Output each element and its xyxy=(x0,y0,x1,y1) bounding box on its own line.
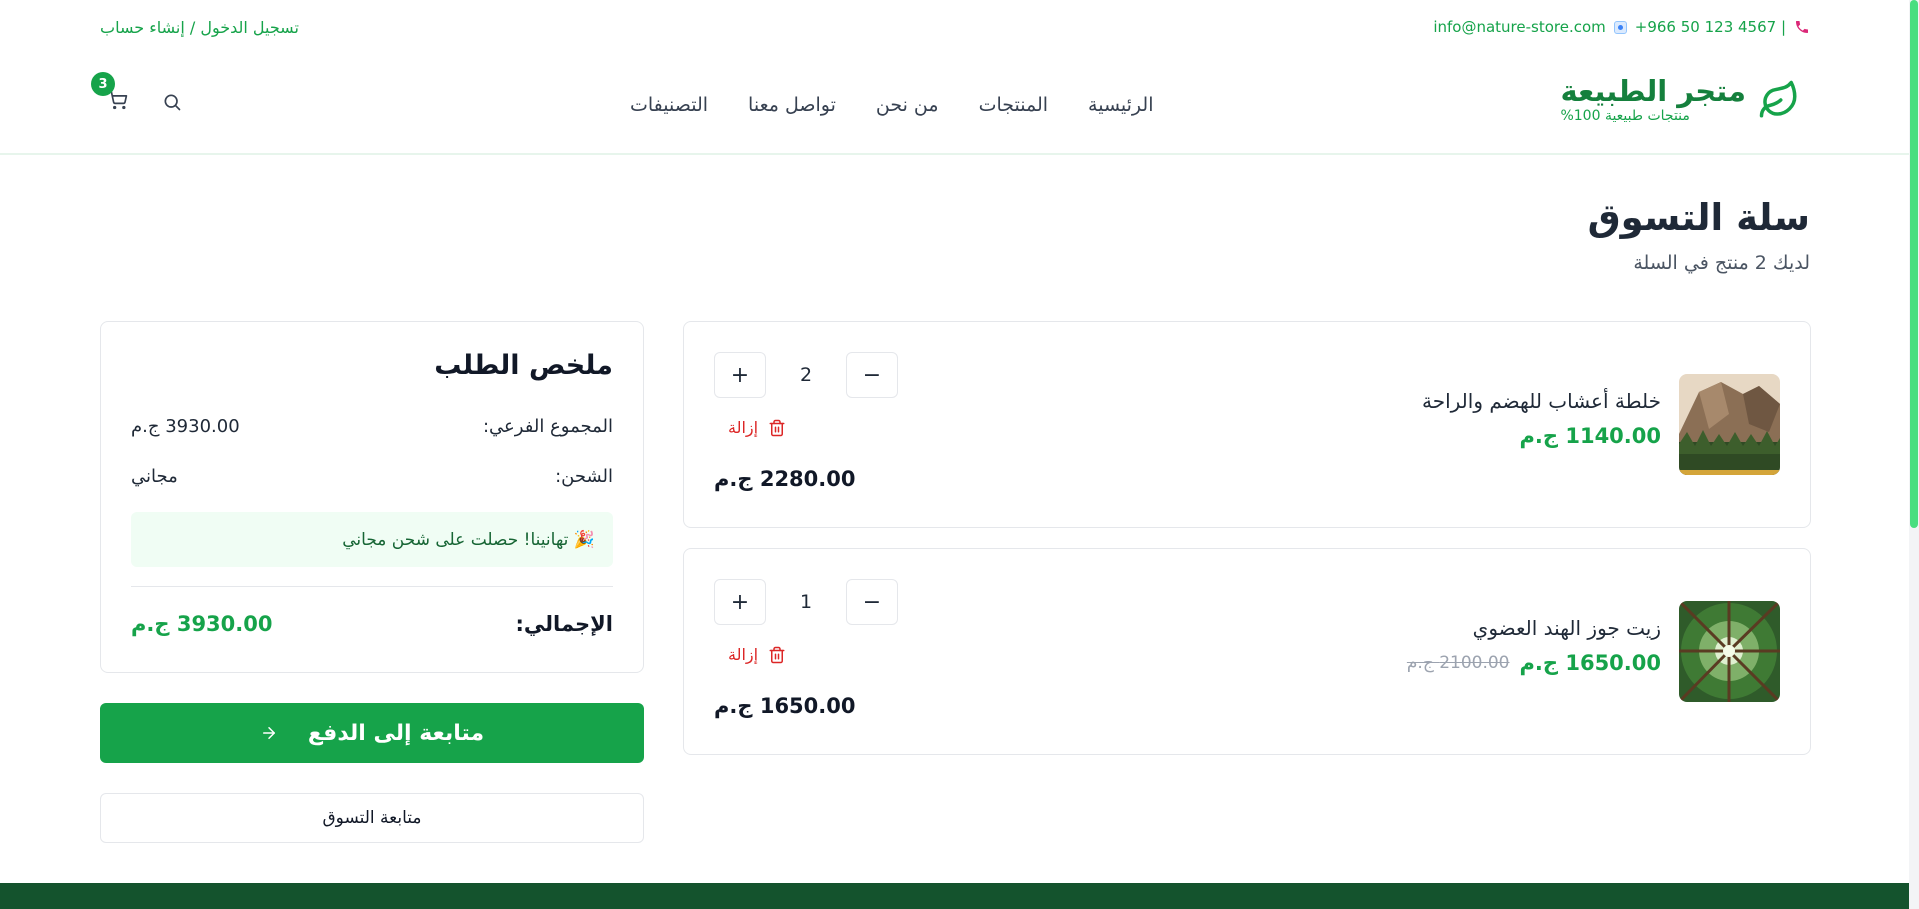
nav-item-about[interactable]: من نحن xyxy=(876,94,939,116)
leaf-icon xyxy=(1759,80,1797,118)
product-name[interactable]: زيت جوز الهند العضوي xyxy=(1473,616,1661,640)
cart-count-badge: 3 xyxy=(91,72,115,96)
remove-label: إزالة xyxy=(728,418,759,437)
cart-button[interactable]: 3 xyxy=(91,72,128,114)
line-total: 1650.00 ج.م xyxy=(714,694,856,718)
continue-shopping-button[interactable]: متابعة التسوق xyxy=(100,793,644,843)
logo-text: متجر الطبيعة منتجات طبيعية 100% xyxy=(1560,74,1746,124)
decrease-quantity-button[interactable]: − xyxy=(846,579,898,625)
header-icons: 3 xyxy=(91,72,182,114)
site-header: متجر الطبيعة منتجات طبيعية 100% الرئيسية… xyxy=(0,54,1909,155)
product-prices: 1650.00 ج.م 2100.00 ج.م xyxy=(1407,651,1661,675)
quantity-value: 1 xyxy=(799,591,813,613)
shipping-value: مجاني xyxy=(131,466,178,487)
plus-icon: + xyxy=(730,589,750,615)
cart-item: زيت جوز الهند العضوي 1650.00 ج.م 2100.00… xyxy=(683,548,1811,755)
nav-item-contact[interactable]: تواصل معنا xyxy=(748,94,836,116)
cart-item: خلطة أعشاب للهضم والراحة 1140.00 ج.م + 2… xyxy=(683,321,1811,528)
quantity-value: 2 xyxy=(799,364,813,386)
total-value: 3930.00 ج.م xyxy=(131,612,273,636)
trash-icon xyxy=(769,419,785,436)
email-link[interactable]: info@nature-store.com xyxy=(1433,18,1605,36)
original-price: 2100.00 ج.م xyxy=(1406,653,1510,673)
footer xyxy=(0,883,1909,909)
email-icon xyxy=(1613,20,1627,34)
logo[interactable]: متجر الطبيعة منتجات طبيعية 100% xyxy=(1560,74,1800,124)
cart-icon xyxy=(108,90,128,110)
phone-icon xyxy=(1796,21,1808,33)
decrease-quantity-button[interactable]: − xyxy=(846,352,898,398)
scrollbar-thumb[interactable] xyxy=(1910,0,1918,528)
nav-item-home[interactable]: الرئيسية xyxy=(1088,94,1153,116)
subtotal-row: المجموع الفرعي: 3930.00 ج.م xyxy=(131,416,613,437)
main-nav: الرئيسية المنتجات من نحن تواصل معنا التص… xyxy=(630,94,1153,116)
order-summary: ملخص الطلب المجموع الفرعي: 3930.00 ج.م ا… xyxy=(100,321,644,673)
top-bar: تسجيل الدخول / إنشاء حساب info@nature-st… xyxy=(100,0,1810,54)
quantity-stepper: + 1 − xyxy=(714,579,898,625)
scrollbar[interactable] xyxy=(1909,0,1919,909)
increase-quantity-button[interactable]: + xyxy=(714,352,766,398)
product-image[interactable] xyxy=(1679,374,1780,475)
checkout-label: متابعة إلى الدفع xyxy=(307,720,485,746)
minus-icon: − xyxy=(862,589,882,615)
product-image[interactable] xyxy=(1679,601,1780,702)
page-title: سلة التسوق xyxy=(1587,196,1810,239)
product-price: 1140.00 ج.م xyxy=(1519,424,1661,448)
nav-item-categories[interactable]: التصنيفات xyxy=(630,94,708,116)
total-row: الإجمالي: 3930.00 ج.م xyxy=(131,612,613,636)
quantity-stepper: + 2 − xyxy=(714,352,898,398)
product-price: 1650.00 ج.م xyxy=(1519,651,1661,675)
remove-item-button[interactable]: إزالة xyxy=(728,418,786,437)
login-register-link[interactable]: تسجيل الدخول / إنشاء حساب xyxy=(100,18,299,37)
shipping-label: الشحن: xyxy=(555,466,613,487)
remove-item-button[interactable]: إزالة xyxy=(728,645,786,664)
cart-count-text: لديك 2 منتج في السلة xyxy=(1633,252,1810,274)
remove-label: إزالة xyxy=(728,645,759,664)
checkout-button[interactable]: متابعة إلى الدفع xyxy=(100,703,644,763)
trash-icon xyxy=(769,646,785,663)
nav-item-products[interactable]: المنتجات xyxy=(979,94,1048,116)
plus-icon: + xyxy=(730,362,750,388)
subtotal-value: 3930.00 ج.م xyxy=(131,416,240,437)
logo-title: متجر الطبيعة xyxy=(1560,74,1746,108)
shipping-row: الشحن: مجاني xyxy=(131,466,613,487)
divider xyxy=(131,586,613,587)
search-icon[interactable] xyxy=(162,92,182,112)
product-prices: 1140.00 ج.م xyxy=(1520,424,1661,448)
minus-icon: − xyxy=(862,362,882,388)
product-name[interactable]: خلطة أعشاب للهضم والراحة xyxy=(1422,389,1661,413)
increase-quantity-button[interactable]: + xyxy=(714,579,766,625)
phone-number[interactable]: +966 50 123 4567 | xyxy=(1635,18,1786,36)
total-label: الإجمالي: xyxy=(515,612,613,636)
summary-title: ملخص الطلب xyxy=(434,350,613,381)
free-shipping-notice: 🎉 تهانينا! حصلت على شحن مجاني xyxy=(131,512,613,567)
subtotal-label: المجموع الفرعي: xyxy=(482,416,613,437)
line-total: 2280.00 ج.م xyxy=(714,467,856,491)
arrow-right-icon xyxy=(262,727,275,739)
logo-subtitle: منتجات طبيعية 100% xyxy=(1560,107,1690,124)
contact-info: info@nature-store.com +966 50 123 4567 | xyxy=(1433,18,1810,36)
